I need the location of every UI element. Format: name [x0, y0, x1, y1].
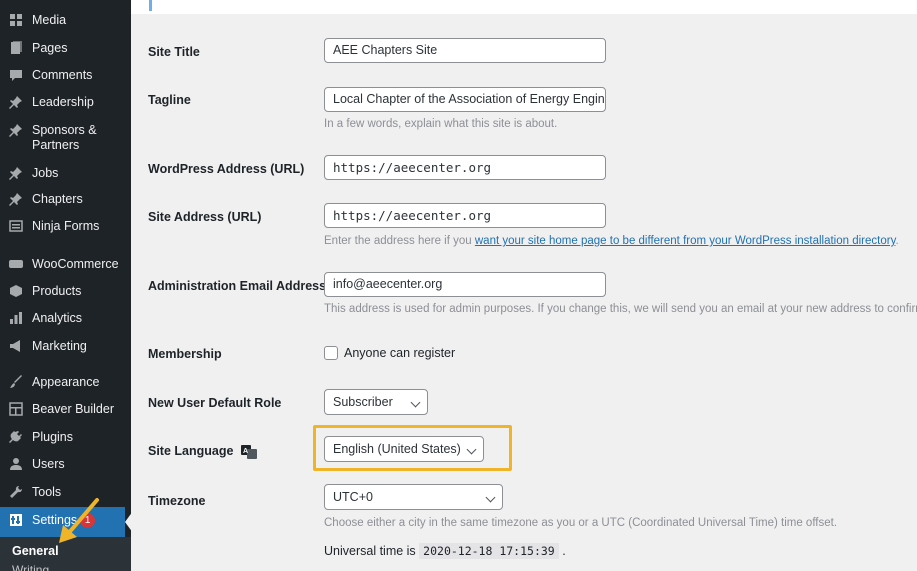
wp-address-label: WordPress Address (URL) — [148, 162, 305, 176]
universal-time-suffix: . — [562, 544, 566, 558]
tagline-input[interactable]: Local Chapter of the Association of Ener… — [324, 87, 606, 112]
sidebar-item-analytics[interactable]: Analytics — [0, 311, 131, 326]
translation-icon: A — [240, 444, 257, 459]
site-address-desc-text: Enter the address here if you — [324, 235, 475, 247]
timezone-label: Timezone — [148, 494, 206, 508]
submenu-item-general[interactable]: General — [12, 544, 59, 558]
sidebar-item-appearance[interactable]: Appearance — [0, 375, 131, 390]
sidebar-item-label: Chapters — [32, 192, 83, 206]
sidebar-item-pages[interactable]: Pages — [0, 41, 131, 56]
sidebar-item-label: Pages — [32, 41, 68, 55]
universal-time-value: 2020-12-18 17:15:39 — [419, 543, 559, 559]
sidebar-item-users[interactable]: Users — [0, 457, 131, 472]
sidebar-item-label: WooCommerce — [32, 257, 119, 271]
sidebar-item-media[interactable]: Media — [0, 13, 131, 28]
site-address-input[interactable]: https://aeecenter.org — [324, 203, 606, 228]
default-role-label: New User Default Role — [148, 396, 282, 410]
sidebar-item-beaver-builder[interactable]: Beaver Builder — [0, 402, 131, 417]
wp-address-input[interactable]: https://aeecenter.org — [324, 155, 606, 180]
layout-icon — [9, 402, 23, 416]
sidebar-item-leadership[interactable]: Leadership — [0, 95, 131, 110]
plug-icon — [9, 430, 23, 444]
default-role-select[interactable]: Subscriber — [324, 389, 428, 415]
sidebar-item-label: Products — [32, 284, 82, 298]
admin-email-input[interactable]: info@aeecenter.org — [324, 272, 606, 297]
sidebar-item-label: Plugins — [32, 430, 73, 444]
sidebar-item-ninja-forms[interactable]: Ninja Forms — [0, 219, 131, 234]
timezone-description: Choose either a city in the same timezon… — [324, 517, 838, 529]
sidebar-item-label: Beaver Builder — [32, 402, 114, 416]
sidebar-item-sponsors-partners[interactable]: Sponsors & Partners — [0, 123, 131, 153]
site-language-value: English (United States) — [333, 442, 461, 456]
pin-icon — [9, 95, 23, 109]
submenu-item-writing[interactable]: Writing — [12, 563, 49, 571]
site-address-desc-suffix: . — [895, 235, 899, 247]
comments-icon — [9, 68, 23, 82]
pin-icon — [9, 192, 23, 206]
timezone-value: UTC+0 — [333, 490, 373, 504]
sidebar-item-label: Marketing — [32, 339, 87, 353]
anyone-can-register-label: Anyone can register — [344, 346, 456, 360]
pages-icon — [9, 41, 23, 55]
sidebar-item-comments[interactable]: Comments — [0, 68, 131, 83]
settings-icon — [9, 513, 23, 527]
chevron-down-icon — [485, 492, 496, 503]
sidebar-item-label: Leadership — [32, 95, 94, 109]
products-icon — [9, 284, 23, 298]
sidebar-item-label: Media — [32, 13, 67, 27]
site-language-label: Site Language A — [148, 444, 257, 459]
sidebar-item-chapters[interactable]: Chapters — [0, 192, 131, 207]
pin-icon — [9, 123, 23, 137]
media-icon — [9, 13, 23, 27]
tagline-label: Tagline — [148, 93, 191, 107]
tagline-description: In a few words, explain what this site i… — [324, 118, 558, 130]
site-address-help-link[interactable]: want your site home page to be different… — [475, 235, 896, 247]
site-language-select[interactable]: English (United States) — [324, 436, 484, 462]
chevron-down-icon — [466, 444, 477, 455]
sidebar-item-label: Ninja Forms — [32, 219, 100, 233]
sidebar-item-plugins[interactable]: Plugins — [0, 430, 131, 445]
svg-text:A: A — [243, 448, 248, 455]
annotation-arrow-icon — [59, 498, 99, 543]
site-address-label: Site Address (URL) — [148, 210, 262, 224]
top-strip — [131, 0, 917, 14]
pin-icon — [9, 166, 23, 180]
site-language-label-text: Site Language — [148, 444, 234, 458]
sidebar-item-products[interactable]: Products — [0, 284, 131, 299]
admin-email-description: This address is used for admin purposes.… — [324, 303, 917, 315]
analytics-icon — [9, 311, 23, 325]
sidebar-item-jobs[interactable]: Jobs — [0, 166, 131, 181]
forms-icon — [9, 219, 23, 233]
sidebar-item-label: Appearance — [32, 375, 100, 389]
timezone-select[interactable]: UTC+0 — [324, 484, 503, 510]
site-title-label: Site Title — [148, 45, 200, 59]
admin-sidebar: Media Pages Comments Leadership Sponsors… — [0, 0, 131, 571]
sidebar-item-woocommerce[interactable]: WooCommerce — [0, 257, 131, 272]
megaphone-icon — [9, 339, 23, 353]
user-icon — [9, 457, 23, 471]
anyone-can-register-checkbox[interactable] — [324, 346, 338, 360]
sidebar-item-label: Users — [32, 457, 65, 471]
sidebar-item-label: Analytics — [32, 311, 83, 325]
woo-icon — [9, 257, 23, 271]
sidebar-item-label: Comments — [32, 68, 93, 82]
admin-email-label: Administration Email Address — [148, 279, 327, 293]
chevron-down-icon — [410, 397, 421, 408]
default-role-value: Subscriber — [333, 395, 393, 409]
site-address-description: Enter the address here if you want your … — [324, 235, 899, 247]
wrench-icon — [9, 485, 23, 499]
membership-label: Membership — [148, 347, 222, 361]
universal-time: Universal time is 2020-12-18 17:15:39 . — [324, 543, 566, 559]
sidebar-item-marketing[interactable]: Marketing — [0, 339, 131, 354]
universal-time-prefix: Universal time is — [324, 544, 416, 558]
brush-icon — [9, 375, 23, 389]
site-title-input[interactable]: AEE Chapters Site — [324, 38, 606, 63]
sidebar-item-label: Sponsors & Partners — [32, 123, 97, 152]
sidebar-item-label: Jobs — [32, 166, 59, 180]
accent-bar — [149, 0, 152, 11]
